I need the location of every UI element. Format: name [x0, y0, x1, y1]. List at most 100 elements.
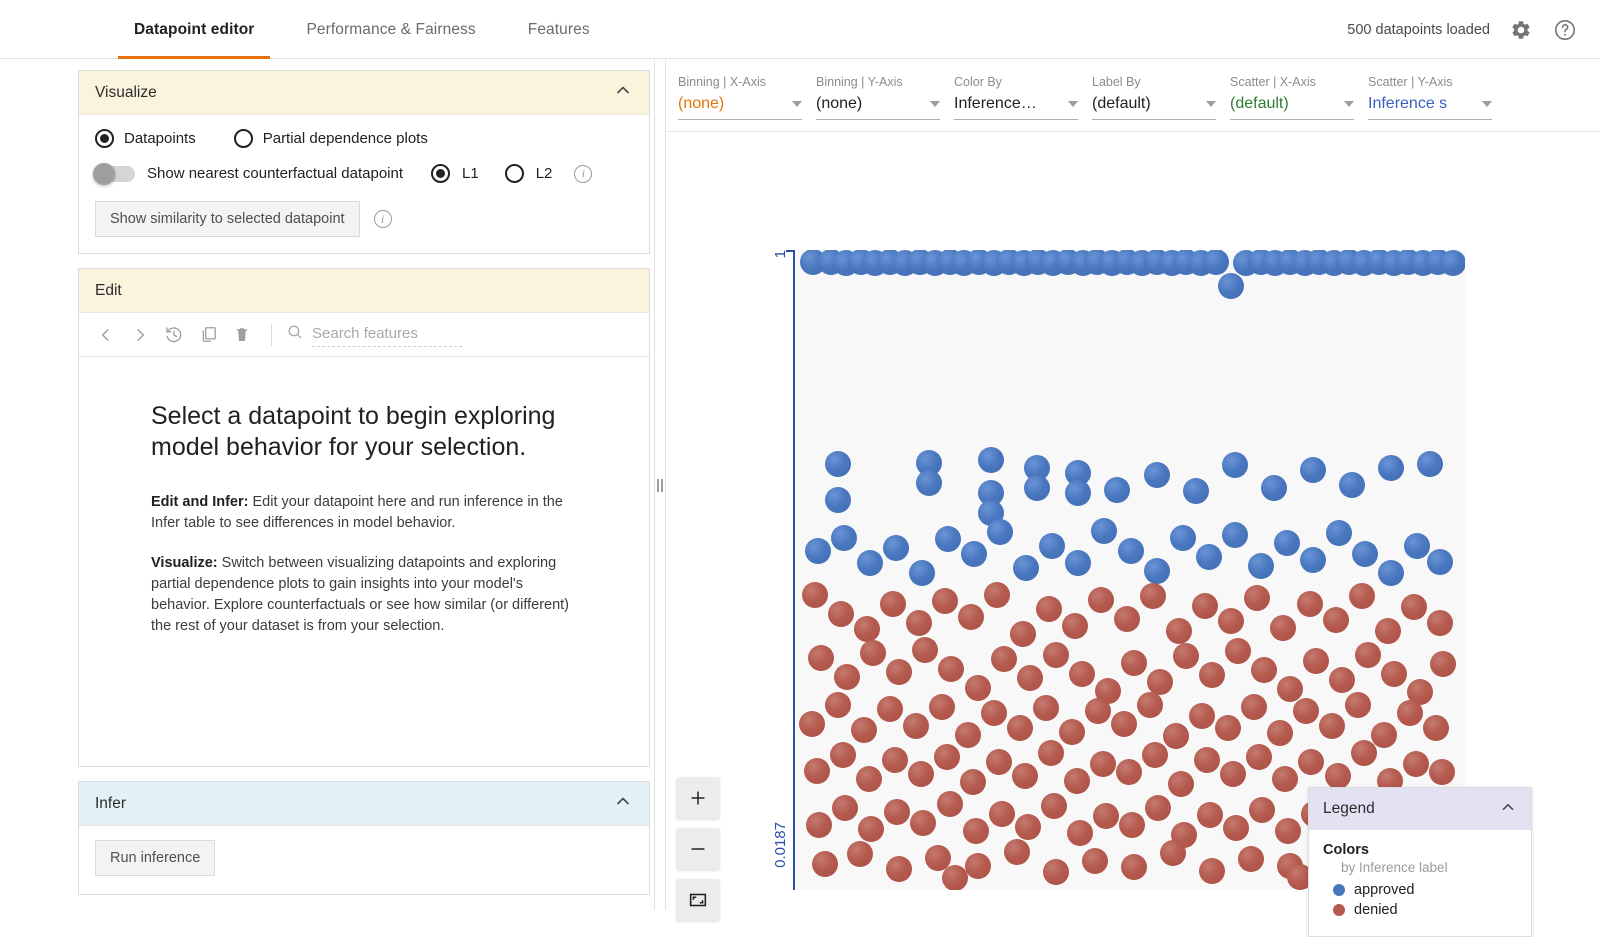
- datapoint-dot[interactable]: [1329, 667, 1355, 693]
- datapoint-dot[interactable]: [937, 791, 963, 817]
- datapoint-dot[interactable]: [1039, 533, 1065, 559]
- info-icon-distance[interactable]: i: [574, 165, 592, 183]
- radio-datapoints-label[interactable]: Datapoints: [124, 130, 196, 147]
- datapoint-dot[interactable]: [1121, 650, 1147, 676]
- datapoint-dot[interactable]: [1404, 533, 1430, 559]
- chevron-right-icon[interactable]: [125, 320, 155, 350]
- datapoint-dot[interactable]: [1121, 854, 1147, 880]
- datapoint-dot[interactable]: [886, 856, 912, 882]
- datapoint-dot[interactable]: [1215, 715, 1241, 741]
- datapoint-dot[interactable]: [1378, 455, 1404, 481]
- datapoint-dot[interactable]: [804, 758, 830, 784]
- datapoint-dot[interactable]: [1298, 749, 1324, 775]
- trash-icon[interactable]: [227, 320, 257, 350]
- datapoint-dot[interactable]: [1225, 638, 1251, 664]
- datapoint-dot[interactable]: [1085, 698, 1111, 724]
- chevron-up-icon[interactable]: [613, 80, 633, 105]
- chevron-up-icon[interactable]: [1499, 798, 1517, 821]
- datapoint-dot[interactable]: [1036, 596, 1062, 622]
- radio-datapoints[interactable]: [95, 129, 114, 148]
- binning-x-axis-dropdown[interactable]: (none): [678, 95, 802, 120]
- datapoint-dot[interactable]: [1012, 763, 1038, 789]
- datapoint-dot[interactable]: [1319, 713, 1345, 739]
- datapoint-dot[interactable]: [1104, 477, 1130, 503]
- datapoint-dot[interactable]: [1267, 720, 1293, 746]
- datapoint-dot[interactable]: [1300, 547, 1326, 573]
- datapoint-dot[interactable]: [1244, 585, 1270, 611]
- datapoint-dot[interactable]: [910, 810, 936, 836]
- datapoint-dot[interactable]: [1189, 703, 1215, 729]
- datapoint-dot[interactable]: [857, 550, 883, 576]
- datapoint-dot[interactable]: [909, 560, 935, 586]
- datapoint-dot[interactable]: [1220, 761, 1246, 787]
- datapoint-dot[interactable]: [805, 538, 831, 564]
- datapoint-dot[interactable]: [942, 865, 968, 890]
- radio-l2-label[interactable]: L2: [536, 165, 553, 182]
- datapoint-dot[interactable]: [1297, 591, 1323, 617]
- datapoint-dot[interactable]: [1004, 839, 1030, 865]
- datapoint-dot[interactable]: [880, 591, 906, 617]
- radio-partial-dependence-plots-label[interactable]: Partial dependence plots: [263, 130, 428, 147]
- datapoint-dot[interactable]: [1351, 740, 1377, 766]
- chevron-left-icon[interactable]: [91, 320, 121, 350]
- datapoint-dot[interactable]: [1218, 608, 1244, 634]
- splitter-grip-icon[interactable]: [656, 477, 664, 494]
- datapoint-dot[interactable]: [1401, 594, 1427, 620]
- run-inference-button[interactable]: Run inference: [95, 840, 215, 876]
- info-icon-similarity[interactable]: i: [374, 210, 392, 228]
- datapoint-dot[interactable]: [963, 818, 989, 844]
- datapoint-dot[interactable]: [884, 799, 910, 825]
- datapoint-dot[interactable]: [1118, 538, 1144, 564]
- datapoint-dot[interactable]: [806, 812, 832, 838]
- datapoint-dot[interactable]: [1067, 820, 1093, 846]
- datapoint-dot[interactable]: [932, 588, 958, 614]
- datapoint-dot[interactable]: [1223, 815, 1249, 841]
- datapoint-dot[interactable]: [1251, 657, 1277, 683]
- datapoint-dot[interactable]: [965, 675, 991, 701]
- legend-header[interactable]: Legend: [1309, 788, 1531, 830]
- datapoint-dot[interactable]: [1293, 698, 1319, 724]
- datapoint-dot[interactable]: [1144, 558, 1170, 584]
- datapoint-dot[interactable]: [1059, 719, 1085, 745]
- datapoint-dot[interactable]: [1043, 859, 1069, 885]
- datapoint-dot[interactable]: [858, 816, 884, 842]
- datapoint-dot[interactable]: [961, 541, 987, 567]
- datapoint-dot[interactable]: [1173, 643, 1199, 669]
- datapoint-dot[interactable]: [851, 717, 877, 743]
- datapoint-dot[interactable]: [1423, 715, 1449, 741]
- datapoint-dot[interactable]: [1163, 723, 1189, 749]
- radio-l2[interactable]: [505, 164, 524, 183]
- label-by-dropdown[interactable]: (default): [1092, 95, 1216, 120]
- datapoint-dot[interactable]: [1170, 525, 1196, 551]
- datapoint-dot[interactable]: [1168, 771, 1194, 797]
- tab-features[interactable]: Features: [502, 0, 616, 59]
- datapoint-dot[interactable]: [1183, 478, 1209, 504]
- datapoint-dot[interactable]: [1371, 722, 1397, 748]
- datapoint-dot[interactable]: [908, 761, 934, 787]
- datapoint-dot[interactable]: [1166, 618, 1192, 644]
- datapoint-dot[interactable]: [1116, 759, 1142, 785]
- datapoint-dot[interactable]: [1197, 802, 1223, 828]
- datapoint-dot[interactable]: [1041, 793, 1067, 819]
- datapoint-dot[interactable]: [1261, 475, 1287, 501]
- datapoint-dot[interactable]: [1355, 642, 1381, 668]
- binning-y-axis-dropdown[interactable]: (none): [816, 95, 940, 120]
- datapoint-dot[interactable]: [991, 646, 1017, 672]
- datapoint-dot[interactable]: [1140, 583, 1166, 609]
- datapoint-dot[interactable]: [1222, 522, 1248, 548]
- datapoint-dot[interactable]: [1194, 747, 1220, 773]
- datapoint-dot[interactable]: [1275, 818, 1301, 844]
- datapoint-dot[interactable]: [1429, 759, 1455, 785]
- datapoint-dot[interactable]: [1093, 803, 1119, 829]
- datapoint-dot[interactable]: [978, 447, 1004, 473]
- datapoint-dot[interactable]: [1249, 797, 1275, 823]
- datapoint-dot[interactable]: [938, 656, 964, 682]
- datapoint-dot[interactable]: [1082, 848, 1108, 874]
- datapoint-dot[interactable]: [1088, 587, 1114, 613]
- datapoint-dot[interactable]: [860, 640, 886, 666]
- datapoint-dot[interactable]: [987, 519, 1013, 545]
- zoom-out-button[interactable]: [676, 828, 720, 870]
- datapoint-dot[interactable]: [1430, 651, 1456, 677]
- datapoint-dot[interactable]: [1274, 530, 1300, 556]
- datapoint-dot[interactable]: [834, 664, 860, 690]
